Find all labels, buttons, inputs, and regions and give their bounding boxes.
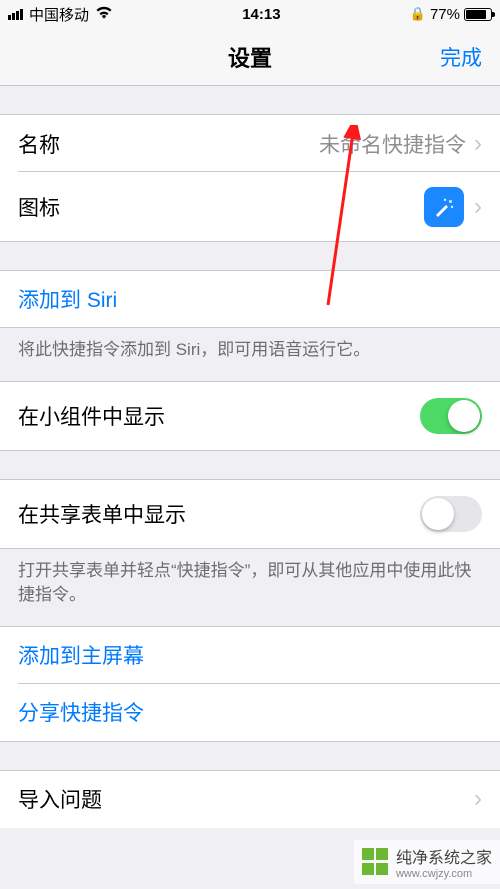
status-bar: 中国移动 14:13 🔒 77% — [0, 0, 500, 28]
row-icon[interactable]: 图标 › — [0, 172, 500, 242]
row-show-in-share-sheet: 在共享表单中显示 — [0, 479, 500, 549]
battery-percent: 77% — [430, 6, 460, 23]
done-button[interactable]: 完成 — [440, 42, 482, 72]
chevron-right-icon: › — [474, 785, 482, 813]
add-to-siri-label: 添加到 Siri — [18, 284, 117, 314]
nav-header: 设置 完成 — [0, 28, 500, 86]
import-question-label: 导入问题 — [18, 784, 474, 814]
wifi-icon — [95, 5, 113, 23]
widget-toggle[interactable] — [420, 398, 482, 434]
chevron-right-icon: › — [474, 130, 482, 158]
watermark-name: 纯净系统之家 — [396, 844, 492, 868]
rotation-lock-icon: 🔒 — [410, 6, 426, 22]
carrier-label: 中国移动 — [29, 4, 89, 25]
row-show-in-widget: 在小组件中显示 — [0, 381, 500, 451]
battery-icon — [464, 8, 492, 21]
status-left: 中国移动 — [8, 4, 113, 25]
icon-label: 图标 — [18, 192, 424, 222]
share-sheet-footer-text: 打开共享表单并轻点“快捷指令”，即可从其他应用中使用此快捷指令。 — [0, 549, 500, 626]
status-time: 14:13 — [242, 6, 280, 23]
share-shortcut-label: 分享快捷指令 — [18, 697, 144, 727]
row-add-to-siri[interactable]: 添加到 Siri — [0, 270, 500, 328]
widget-label: 在小组件中显示 — [18, 401, 420, 431]
watermark-logo-icon — [362, 848, 390, 876]
row-import-question[interactable]: 导入问题 › — [0, 770, 500, 828]
add-to-home-label: 添加到主屏幕 — [18, 640, 144, 670]
watermark: 纯净系统之家 www.cwjzy.com — [354, 840, 500, 884]
row-share-shortcut[interactable]: 分享快捷指令 — [0, 684, 500, 742]
signal-icon — [8, 9, 23, 20]
name-value: 未命名快捷指令 — [319, 129, 466, 159]
status-right: 🔒 77% — [410, 6, 492, 23]
share-sheet-toggle[interactable] — [420, 496, 482, 532]
siri-footer-text: 将此快捷指令添加到 Siri，即可用语音运行它。 — [0, 328, 500, 381]
watermark-url: www.cwjzy.com — [396, 868, 492, 880]
row-add-to-home[interactable]: 添加到主屏幕 — [0, 626, 500, 684]
shortcut-magic-wand-icon — [424, 187, 464, 227]
page-title: 设置 — [228, 41, 272, 73]
share-sheet-label: 在共享表单中显示 — [18, 499, 420, 529]
chevron-right-icon: › — [474, 193, 482, 221]
name-label: 名称 — [18, 129, 319, 159]
row-name[interactable]: 名称 未命名快捷指令 › — [0, 114, 500, 172]
